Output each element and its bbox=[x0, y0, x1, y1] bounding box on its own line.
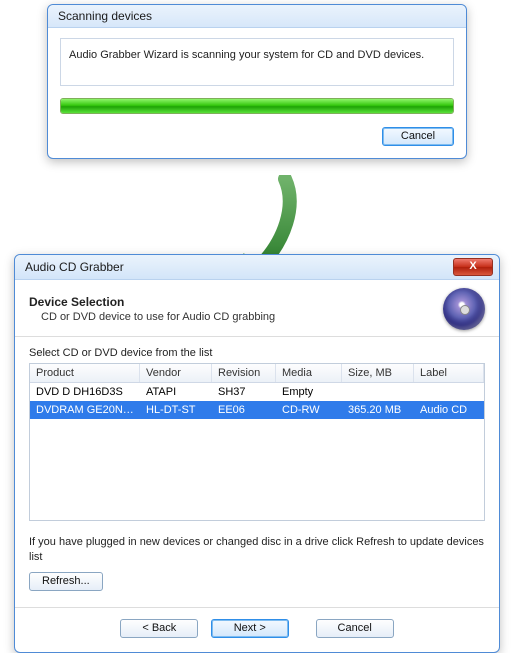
next-button[interactable]: Next > bbox=[211, 619, 289, 638]
wizard-dialog: Audio CD Grabber X Device Selection CD o… bbox=[14, 254, 500, 653]
col-label[interactable]: Label bbox=[414, 364, 484, 382]
cell-size: 365.20 MB bbox=[342, 401, 414, 419]
scanning-title: Scanning devices bbox=[48, 5, 466, 28]
col-product[interactable]: Product bbox=[30, 364, 140, 382]
refresh-row: Refresh... bbox=[29, 571, 485, 591]
wizard-footer: < Back Next > Cancel bbox=[15, 607, 499, 652]
scanning-dialog: Scanning devices Audio Grabber Wizard is… bbox=[47, 4, 467, 159]
col-revision[interactable]: Revision bbox=[212, 364, 276, 382]
wizard-body: Select CD or DVD device from the list Pr… bbox=[15, 337, 499, 607]
progress-bar bbox=[60, 98, 454, 114]
col-vendor[interactable]: Vendor bbox=[140, 364, 212, 382]
wizard-heading: Device Selection bbox=[29, 295, 275, 309]
cell-revision: SH37 bbox=[212, 383, 276, 401]
cell-revision: EE06 bbox=[212, 401, 276, 419]
cd-icon bbox=[443, 288, 485, 330]
wizard-subheading: CD or DVD device to use for Audio CD gra… bbox=[29, 309, 275, 323]
back-button[interactable]: < Back bbox=[120, 619, 198, 638]
cell-label bbox=[414, 383, 484, 401]
scanning-button-row: Cancel bbox=[60, 126, 454, 146]
cell-vendor: HL-DT-ST bbox=[140, 401, 212, 419]
device-list-label: Select CD or DVD device from the list bbox=[29, 347, 485, 359]
wizard-titlebar: Audio CD Grabber X bbox=[15, 255, 499, 280]
cell-media: CD-RW bbox=[276, 401, 342, 419]
col-media[interactable]: Media bbox=[276, 364, 342, 382]
device-list-header: Product Vendor Revision Media Size, MB L… bbox=[30, 364, 484, 383]
scan-cancel-button[interactable]: Cancel bbox=[382, 127, 454, 146]
device-list[interactable]: Product Vendor Revision Media Size, MB L… bbox=[29, 363, 485, 521]
device-row[interactable]: DVD D DH16D3S ATAPI SH37 Empty bbox=[30, 383, 484, 401]
cell-label: Audio CD bbox=[414, 401, 484, 419]
close-button[interactable]: X bbox=[453, 258, 493, 276]
refresh-button[interactable]: Refresh... bbox=[29, 572, 103, 591]
cell-media: Empty bbox=[276, 383, 342, 401]
scanning-body: Audio Grabber Wizard is scanning your sy… bbox=[48, 28, 466, 158]
cell-product: DVDRAM GE20N… bbox=[30, 401, 140, 419]
wizard-header: Device Selection CD or DVD device to use… bbox=[15, 280, 499, 337]
cell-vendor: ATAPI bbox=[140, 383, 212, 401]
cell-size bbox=[342, 383, 414, 401]
scanning-message: Audio Grabber Wizard is scanning your sy… bbox=[60, 38, 454, 86]
refresh-hint: If you have plugged in new devices or ch… bbox=[29, 535, 485, 565]
wizard-header-text: Device Selection CD or DVD device to use… bbox=[29, 295, 275, 323]
device-row[interactable]: DVDRAM GE20N… HL-DT-ST EE06 CD-RW 365.20… bbox=[30, 401, 484, 419]
wizard-window-title: Audio CD Grabber bbox=[25, 260, 124, 274]
cell-product: DVD D DH16D3S bbox=[30, 383, 140, 401]
progress-fill bbox=[61, 99, 453, 113]
wizard-cancel-button[interactable]: Cancel bbox=[316, 619, 394, 638]
col-size[interactable]: Size, MB bbox=[342, 364, 414, 382]
